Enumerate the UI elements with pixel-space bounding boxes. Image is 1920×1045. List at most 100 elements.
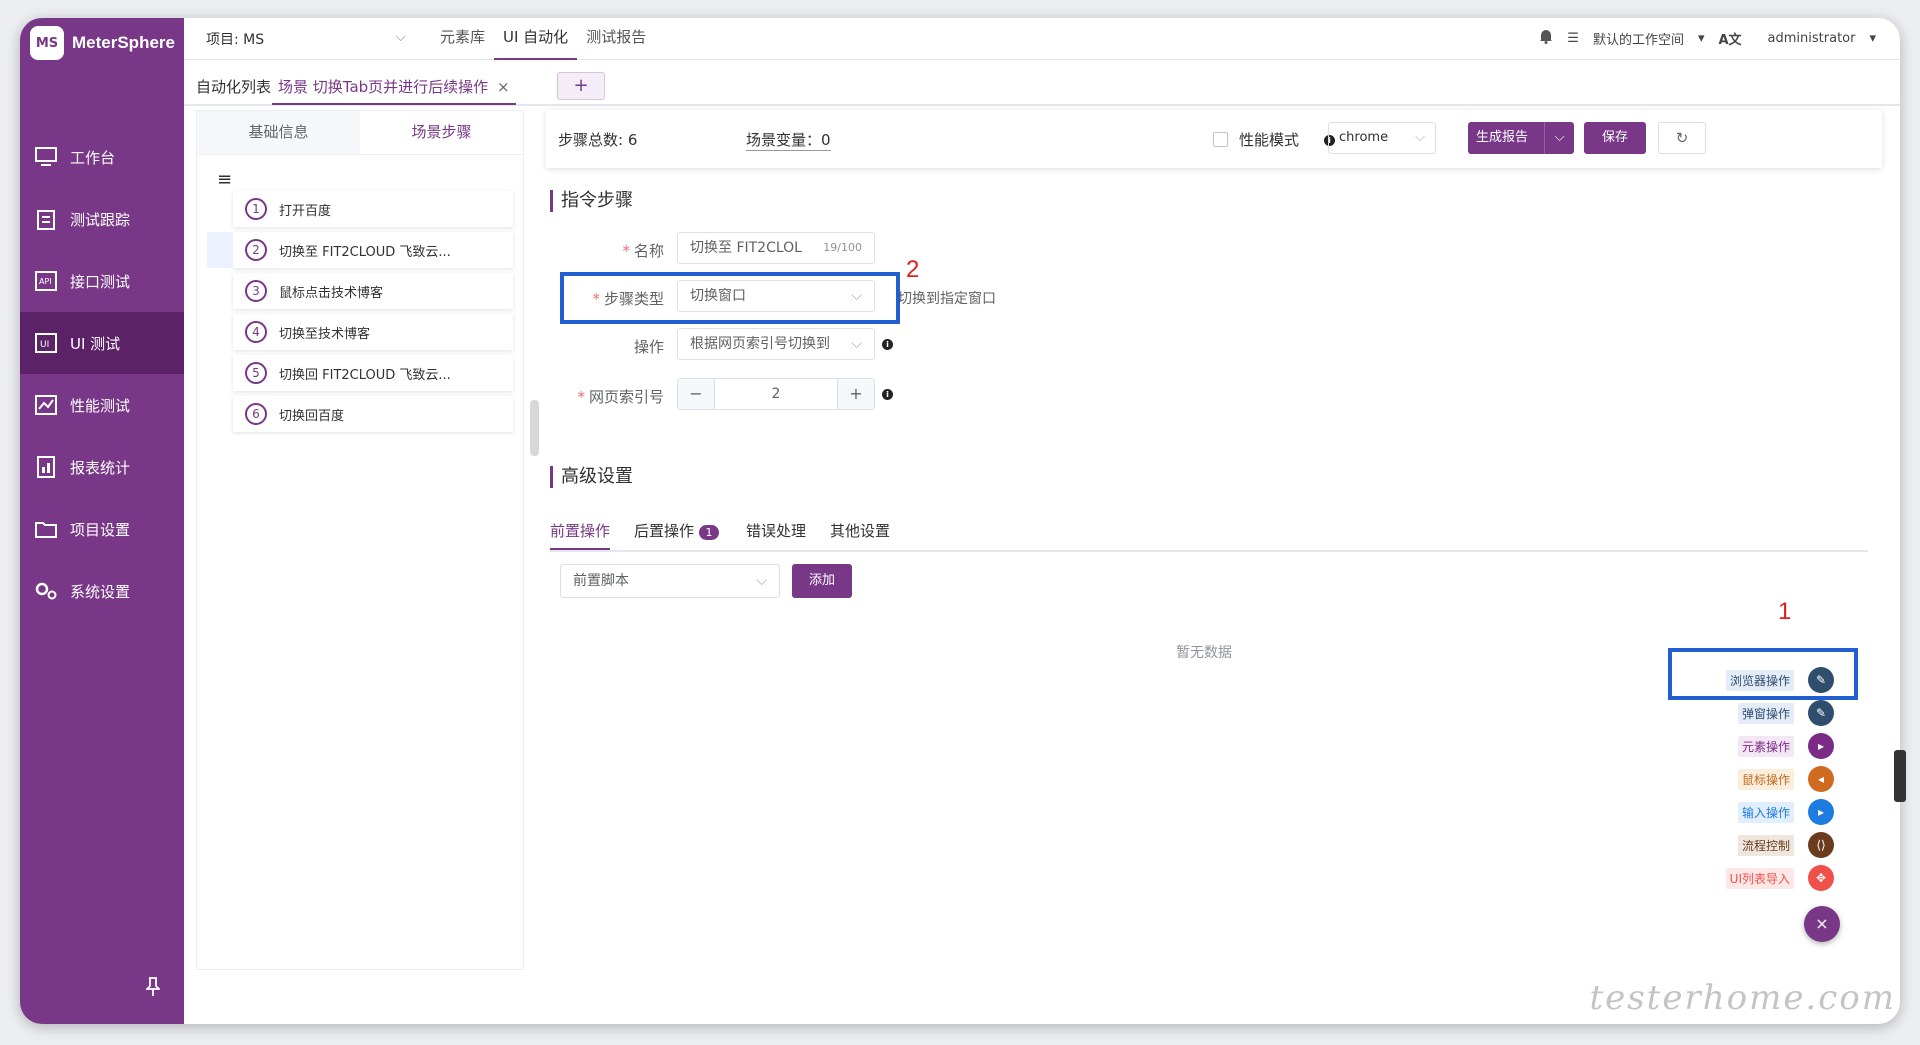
step-number: 4	[245, 321, 267, 343]
add-button[interactable]: 添加	[792, 564, 852, 598]
add-tab-button[interactable]: +	[557, 72, 605, 100]
fab-mouse-operation[interactable]: 鼠标操作 ◂	[1737, 766, 1834, 792]
menu-test-report[interactable]: 测试报告	[577, 18, 655, 60]
step-number: 1	[245, 198, 267, 220]
close-icon[interactable]: ×	[497, 78, 510, 96]
sidebar-item-label: 工作台	[70, 148, 116, 167]
sidebar-item-system-settings[interactable]: 系统设置	[20, 560, 184, 622]
name-value: 切换至 FIT2CLOL	[690, 240, 802, 256]
active-tab-indicator	[550, 548, 610, 550]
clipboard-icon	[34, 207, 58, 231]
step-total: 步骤总数: 6	[558, 131, 638, 149]
list-icon[interactable]: ☰	[1567, 31, 1579, 46]
step-item[interactable]: 1 打开百度	[233, 191, 513, 227]
fab-element-operation[interactable]: 元素操作 ▸	[1737, 733, 1834, 759]
sidebar-item-ui-test[interactable]: UI UI 测试	[20, 312, 184, 374]
fab-label: 鼠标操作	[1737, 768, 1794, 790]
chart-icon	[34, 393, 58, 417]
step-item[interactable]: 4 切换至技术博客	[233, 314, 513, 350]
bell-icon[interactable]	[1539, 29, 1553, 48]
generate-report-button[interactable]: 生成报告 ⌵	[1468, 122, 1574, 154]
page-index-stepper[interactable]: − 2 +	[677, 378, 875, 410]
sidebar-item-api-test[interactable]: API 接口测试	[20, 250, 184, 312]
top-bar: 项目: MS ⌵ 元素库 UI 自动化 测试报告 ☰ 默认的工作空间 ▾ A文 …	[184, 18, 1900, 60]
sidebar-item-project-settings[interactable]: 项目设置	[20, 498, 184, 560]
tab-error-handling[interactable]: 错误处理	[746, 520, 806, 541]
sidebar-item-label: UI 测试	[70, 334, 121, 353]
app-logo[interactable]: MS MeterSphere	[30, 22, 175, 64]
refresh-icon: ↻	[1675, 129, 1689, 147]
workspace-selector[interactable]: 默认的工作空间	[1593, 29, 1684, 48]
sidebar-item-report-stats[interactable]: 报表统计	[20, 436, 184, 498]
menu-ui-automation[interactable]: UI 自动化	[494, 18, 578, 60]
tab-pre-operation[interactable]: 前置操作	[550, 520, 610, 541]
increment-button[interactable]: +	[838, 379, 874, 409]
decrement-button[interactable]: −	[678, 379, 714, 409]
fab-label: 弹窗操作	[1737, 702, 1794, 724]
gear-icon	[34, 579, 58, 603]
tab-post-operation[interactable]: 后置操作 1	[634, 520, 720, 541]
annotation-marker-2: 2	[906, 256, 920, 283]
step-item[interactable]: 2 切换至 FIT2CLOUD 飞致云...	[207, 232, 513, 268]
chevron-down-icon: ⌵	[756, 573, 767, 589]
language-switch[interactable]: A文	[1718, 29, 1741, 48]
generate-report-label: 生成报告	[1476, 130, 1529, 145]
fab-ui-list-import[interactable]: UI列表导入 ✥	[1725, 865, 1834, 891]
chevron-down-icon[interactable]: ⌵	[1544, 122, 1574, 154]
step-label: 切换回百度	[279, 408, 345, 424]
sidebar-item-workbench[interactable]: 工作台	[20, 126, 184, 188]
sidebar-item-test-track[interactable]: 测试跟踪	[20, 188, 184, 250]
step-panel: 基础信息 场景步骤 ≡ 1 打开百度 2 切换至 FIT2CLOUD 飞致云..…	[196, 110, 524, 970]
menu-element-library[interactable]: 元素库	[431, 18, 494, 60]
page-index-value[interactable]: 2	[714, 379, 838, 409]
browser-select[interactable]: chrome ⌵	[1328, 122, 1436, 154]
tab-other-settings[interactable]: 其他设置	[830, 520, 890, 541]
panel-splitter[interactable]	[530, 400, 539, 456]
perf-mode-checkbox[interactable]	[1213, 132, 1228, 147]
svg-text:API: API	[39, 277, 52, 286]
step-label: 切换回 FIT2CLOUD 飞致云...	[279, 367, 451, 383]
project-selector[interactable]: 项目: MS ⌵	[206, 29, 406, 49]
tab-scenario-steps[interactable]: 场景步骤	[360, 111, 523, 154]
step-item[interactable]: 3 鼠标点击技术博客	[233, 273, 513, 309]
monitor-icon	[34, 145, 58, 169]
tab-basic-info[interactable]: 基础信息	[197, 111, 360, 154]
step-item[interactable]: 5 切换回 FIT2CLOUD 飞致云...	[233, 355, 513, 391]
rewind-icon: ◂	[1808, 766, 1834, 792]
step-item[interactable]: 6 切换回百度	[233, 396, 513, 432]
scene-variables-link[interactable]: 场景变量：0	[746, 129, 831, 151]
sidebar-item-label: 项目设置	[70, 520, 131, 539]
name-input[interactable]: 切换至 FIT2CLOL 19/100	[677, 232, 875, 264]
step-type-hint: 切换到指定窗口	[898, 291, 996, 307]
tab-post-operation-label: 后置操作	[634, 522, 695, 540]
app-window: MS MeterSphere 工作台 测试跟踪 API 接口测试 UI UI 测…	[20, 18, 1900, 1024]
fab-dialog-operation[interactable]: 弹窗操作 ✎	[1737, 700, 1834, 726]
refresh-button[interactable]: ↻	[1658, 122, 1706, 154]
tab-automation-list[interactable]: 自动化列表	[196, 76, 271, 97]
fab-close-button[interactable]: ×	[1804, 906, 1840, 942]
user-menu[interactable]: administrator	[1768, 31, 1856, 46]
sidebar-nav: 工作台 测试跟踪 API 接口测试 UI UI 测试 性能测试 报表统计 项目设…	[20, 126, 184, 622]
tab-open-scenario[interactable]: 场景 切换Tab页并进行后续操作 ×	[278, 76, 510, 97]
step-label: 切换至 FIT2CLOUD 飞致云...	[279, 244, 451, 260]
fab-flow-control[interactable]: 流程控制 ⟨⟩	[1737, 832, 1834, 858]
operation-select[interactable]: 根据网页索引号切换到 ⌵	[677, 328, 875, 360]
page-index-label: * 网页索引号	[577, 388, 664, 406]
step-label: 切换至技术博客	[279, 326, 371, 342]
sidebar-item-label: 接口测试	[70, 272, 131, 291]
step-list: 1 打开百度 2 切换至 FIT2CLOUD 飞致云... 3 鼠标点击技术博客…	[197, 191, 523, 437]
caret-down-icon: ▾	[1697, 31, 1705, 46]
info-icon: i	[882, 339, 893, 350]
folder-icon	[34, 517, 58, 541]
pre-script-select[interactable]: 前置脚本 ⌵	[560, 564, 780, 598]
fab-input-operation[interactable]: 输入操作 ▸	[1737, 799, 1834, 825]
step-label: 打开百度	[279, 203, 332, 219]
empty-state-text: 暂无数据	[1176, 645, 1232, 661]
save-button[interactable]: 保存	[1584, 122, 1646, 154]
pin-icon[interactable]	[144, 977, 162, 1002]
menu-icon[interactable]: ≡	[217, 169, 232, 190]
browser-value: chrome	[1339, 130, 1389, 145]
name-char-count: 19/100	[823, 241, 862, 254]
sidebar-item-label: 测试跟踪	[70, 210, 131, 229]
sidebar-item-performance-test[interactable]: 性能测试	[20, 374, 184, 436]
